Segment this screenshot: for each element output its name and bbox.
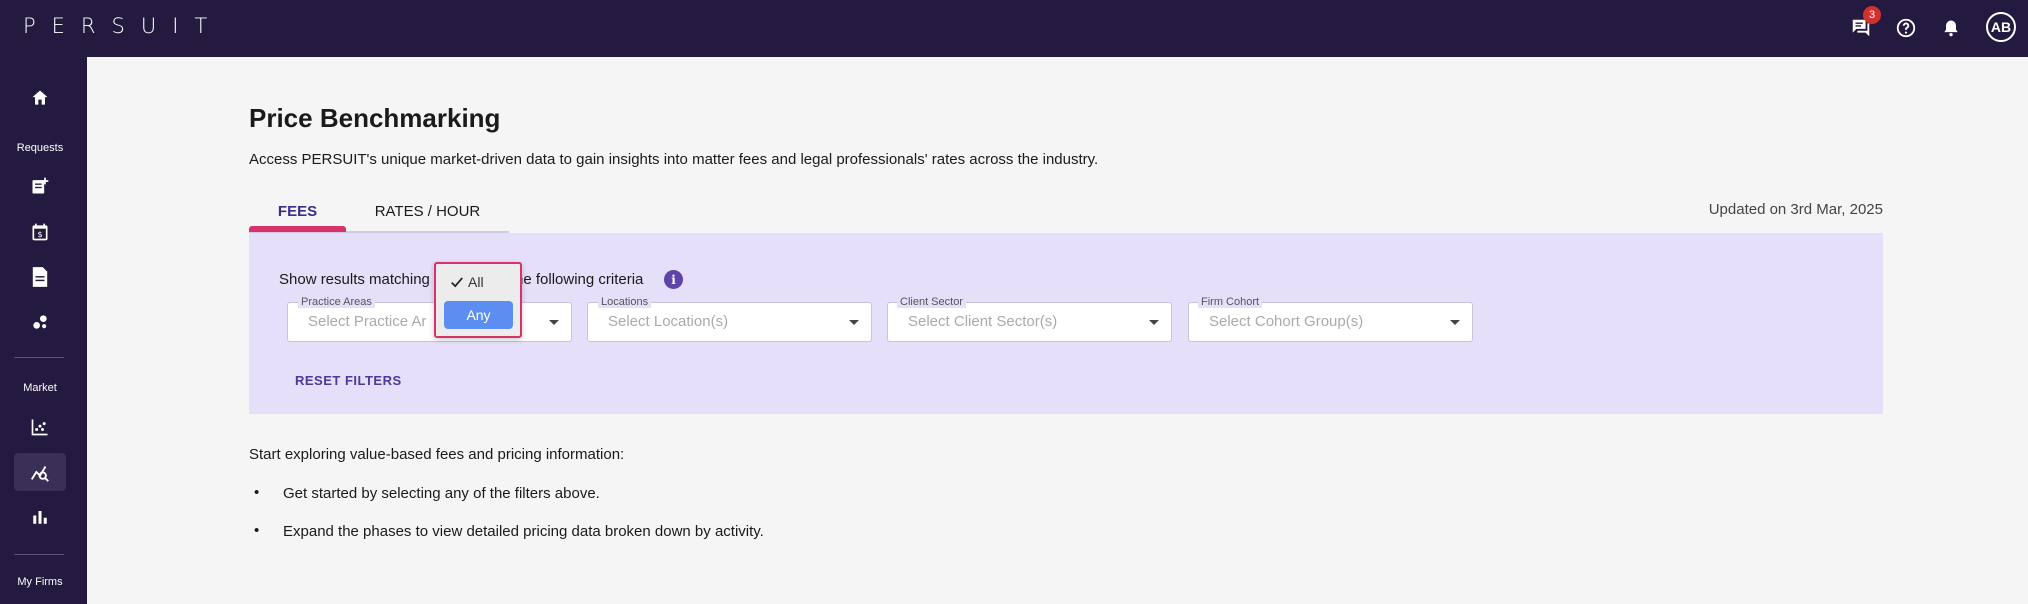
tab-rates-per-hour[interactable]: RATES / HOUR <box>346 190 509 232</box>
match-mode-dropdown: All Any <box>434 262 522 338</box>
document-icon[interactable] <box>26 263 54 291</box>
practice-areas-placeholder: Select Practice Ar <box>308 313 427 330</box>
info-icon[interactable]: i <box>664 270 683 289</box>
sidebar: Requests $ Market My Firms <box>0 57 87 604</box>
page-title: Price Benchmarking <box>249 103 501 133</box>
sidebar-divider <box>14 357 64 358</box>
client-sector-placeholder: Select Client Sector(s) <box>908 313 1058 330</box>
bullet-marker: • <box>254 484 260 501</box>
reset-filters-button[interactable]: RESET FILTERS <box>295 373 402 388</box>
option-all-label: All <box>468 274 484 290</box>
help-icon[interactable] <box>1892 14 1920 42</box>
home-icon[interactable] <box>26 84 54 112</box>
user-avatar[interactable]: AB <box>1986 12 2016 42</box>
option-all[interactable]: All <box>450 274 484 290</box>
client-sector-label: Client Sector <box>897 296 966 308</box>
firm-cohort-select[interactable]: Select Cohort Group(s) <box>1188 302 1473 342</box>
practice-areas-label: Practice Areas <box>298 296 375 308</box>
bubbles-icon[interactable] <box>26 308 54 336</box>
locations-placeholder: Select Location(s) <box>608 313 729 330</box>
price-benchmark-icon[interactable] <box>26 458 54 486</box>
info-bullet: Expand the phases to view detailed prici… <box>283 523 764 540</box>
notification-count-badge: 3 <box>1863 6 1881 24</box>
sidebar-section-my-firms[interactable]: My Firms <box>0 576 80 588</box>
top-navigation-bar: PERSUIT 3 AB <box>0 0 2028 57</box>
svg-text:$: $ <box>37 229 42 239</box>
firm-cohort-label: Firm Cohort <box>1198 296 1263 308</box>
criteria-prefix: Show results matching <box>279 271 430 288</box>
chevron-down-icon <box>849 320 859 325</box>
chevron-down-icon <box>1450 320 1460 325</box>
chevron-down-icon <box>1149 320 1159 325</box>
locations-select[interactable]: Select Location(s) <box>587 302 872 342</box>
practice-areas-select[interactable]: Select Practice Ar <box>287 302 572 342</box>
active-tab-indicator <box>249 226 346 232</box>
calendar-billing-icon[interactable]: $ <box>26 218 54 246</box>
page-description: Access PERSUIT's unique market-driven da… <box>249 151 1099 168</box>
firm-cohort-placeholder: Select Cohort Group(s) <box>1209 313 1364 330</box>
persuit-logo[interactable]: PERSUIT <box>23 14 223 38</box>
option-any[interactable]: Any <box>444 301 513 329</box>
criteria-suffix: he following criteria <box>515 271 644 288</box>
info-bullet: Get started by selecting any of the filt… <box>283 485 600 502</box>
sidebar-section-requests: Requests <box>16 142 64 154</box>
sidebar-divider <box>14 554 64 555</box>
explore-intro: Start exploring value-based fees and pri… <box>249 446 625 463</box>
updated-date: Updated on 3rd Mar, 2025 <box>1708 201 1883 218</box>
bar-chart-icon[interactable] <box>26 503 54 531</box>
scatter-chart-icon[interactable] <box>26 413 54 441</box>
new-request-icon[interactable] <box>26 172 54 200</box>
bell-icon[interactable] <box>1937 14 1965 42</box>
checkmark-icon <box>451 277 463 288</box>
locations-label: Locations <box>598 296 652 308</box>
bullet-marker: • <box>254 522 260 539</box>
chevron-down-icon <box>549 320 559 325</box>
sidebar-section-market: Market <box>23 382 57 394</box>
client-sector-select[interactable]: Select Client Sector(s) <box>887 302 1172 342</box>
